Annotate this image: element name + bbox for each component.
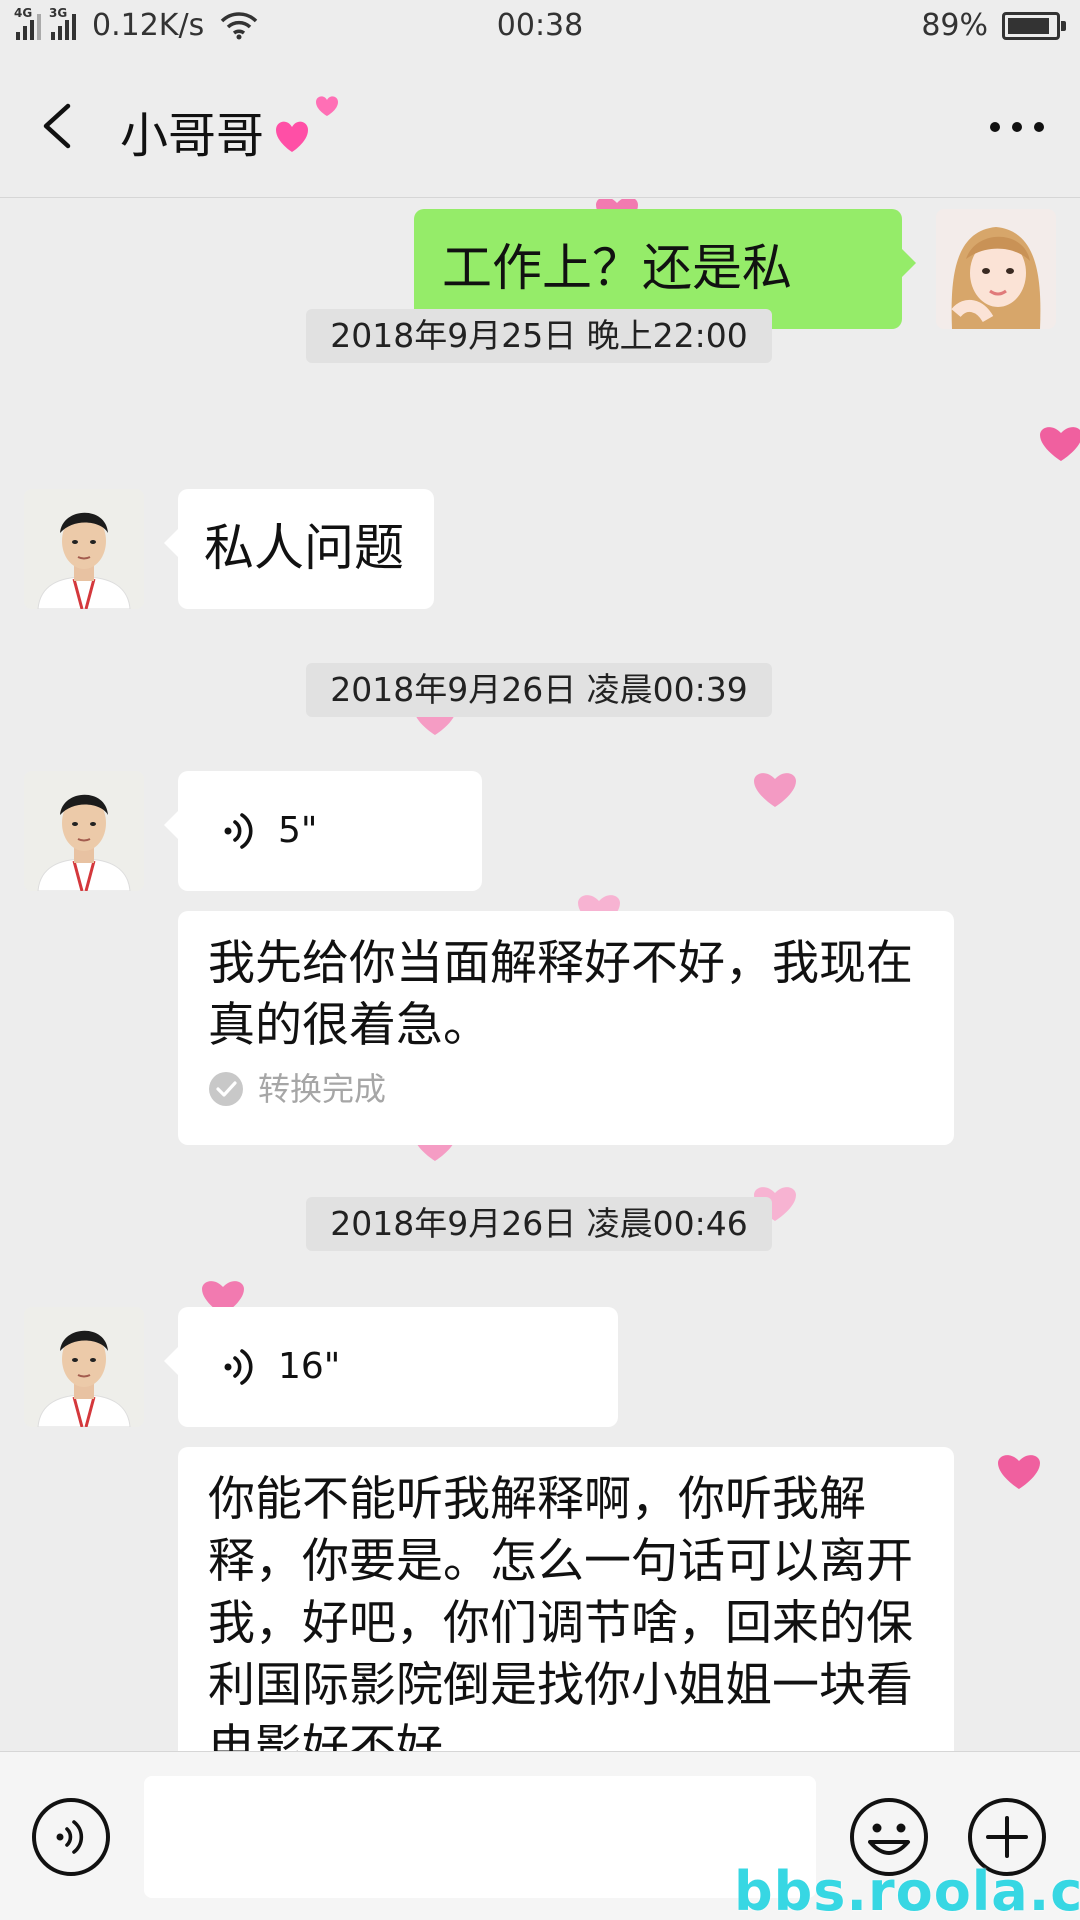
more-options-button[interactable] — [990, 122, 1044, 132]
message-text: 私人问题 — [204, 519, 404, 577]
chat-messages[interactable]: 工作上？还是私人？ 2018年9月25日 晚上22:00 私人问题 — [0, 199, 1080, 1751]
voice-message-bubble[interactable]: 5" — [164, 771, 482, 891]
floating-heart-icon — [1040, 427, 1080, 461]
more-dots-icon — [990, 122, 1000, 132]
voice-transcript-box[interactable]: 你能不能听我解释啊，你听我解释，你要是。怎么一句话可以离开我，好吧，你们调节啥，… — [178, 1447, 954, 1751]
site-watermark: bbs.roola.cn — [734, 1860, 1080, 1920]
floating-heart-icon — [998, 1455, 1040, 1489]
battery-percent: 89% — [921, 8, 988, 43]
chat-header: 小哥哥 — [0, 56, 1080, 198]
back-button[interactable] — [34, 96, 84, 156]
message-input[interactable] — [144, 1776, 816, 1898]
status-bar: 4G 3G 0.12K/s 00:38 89% — [0, 0, 1080, 56]
contact-avatar[interactable] — [24, 1307, 144, 1427]
transcript-status-label: 转换完成 — [258, 1070, 387, 1108]
status-right: 89% — [921, 8, 1066, 43]
battery-icon — [1002, 11, 1066, 40]
transcript-text: 我先给你当面解释好不好，我现在真的很着急。 — [208, 936, 913, 1053]
voice-transcript-box[interactable]: 我先给你当面解释好不好，我现在真的很着急。 转换完成 — [178, 911, 954, 1145]
male-avatar-icon — [24, 771, 144, 891]
timestamp: 2018年9月26日 凌晨00:46 — [306, 1197, 772, 1251]
contact-avatar[interactable] — [24, 771, 144, 891]
floating-heart-icon — [754, 773, 796, 807]
check-circle-icon — [209, 1072, 243, 1106]
voice-mode-icon — [32, 1798, 110, 1876]
male-avatar-icon — [24, 489, 144, 609]
male-avatar-icon — [24, 1307, 144, 1427]
voice-message-bubble[interactable]: 16" — [164, 1307, 618, 1427]
clock: 00:38 — [496, 8, 584, 43]
transcript-text: 你能不能听我解释啊，你听我解释，你要是。怎么一句话可以离开我，好吧，你们调节啥，… — [208, 1472, 913, 1751]
female-avatar-icon — [936, 209, 1056, 329]
voice-wave-icon — [224, 1349, 253, 1385]
contact-avatar[interactable] — [24, 489, 144, 609]
timestamp: 2018年9月26日 凌晨00:39 — [306, 663, 772, 717]
voice-wave-icon — [224, 813, 253, 849]
two-hearts-emoji-icon — [276, 96, 338, 152]
voice-duration: 5" — [278, 810, 318, 851]
message-bubble-contact[interactable]: 私人问题 — [164, 489, 434, 609]
self-avatar[interactable] — [936, 209, 1056, 329]
chevron-left-icon — [43, 103, 71, 149]
chat-title: 小哥哥 — [120, 108, 265, 164]
voice-duration: 16" — [278, 1346, 341, 1387]
timestamp: 2018年9月25日 晚上22:00 — [306, 309, 772, 363]
voice-mode-button[interactable] — [30, 1796, 112, 1878]
transcript-status: 转换完成 — [208, 1069, 924, 1109]
